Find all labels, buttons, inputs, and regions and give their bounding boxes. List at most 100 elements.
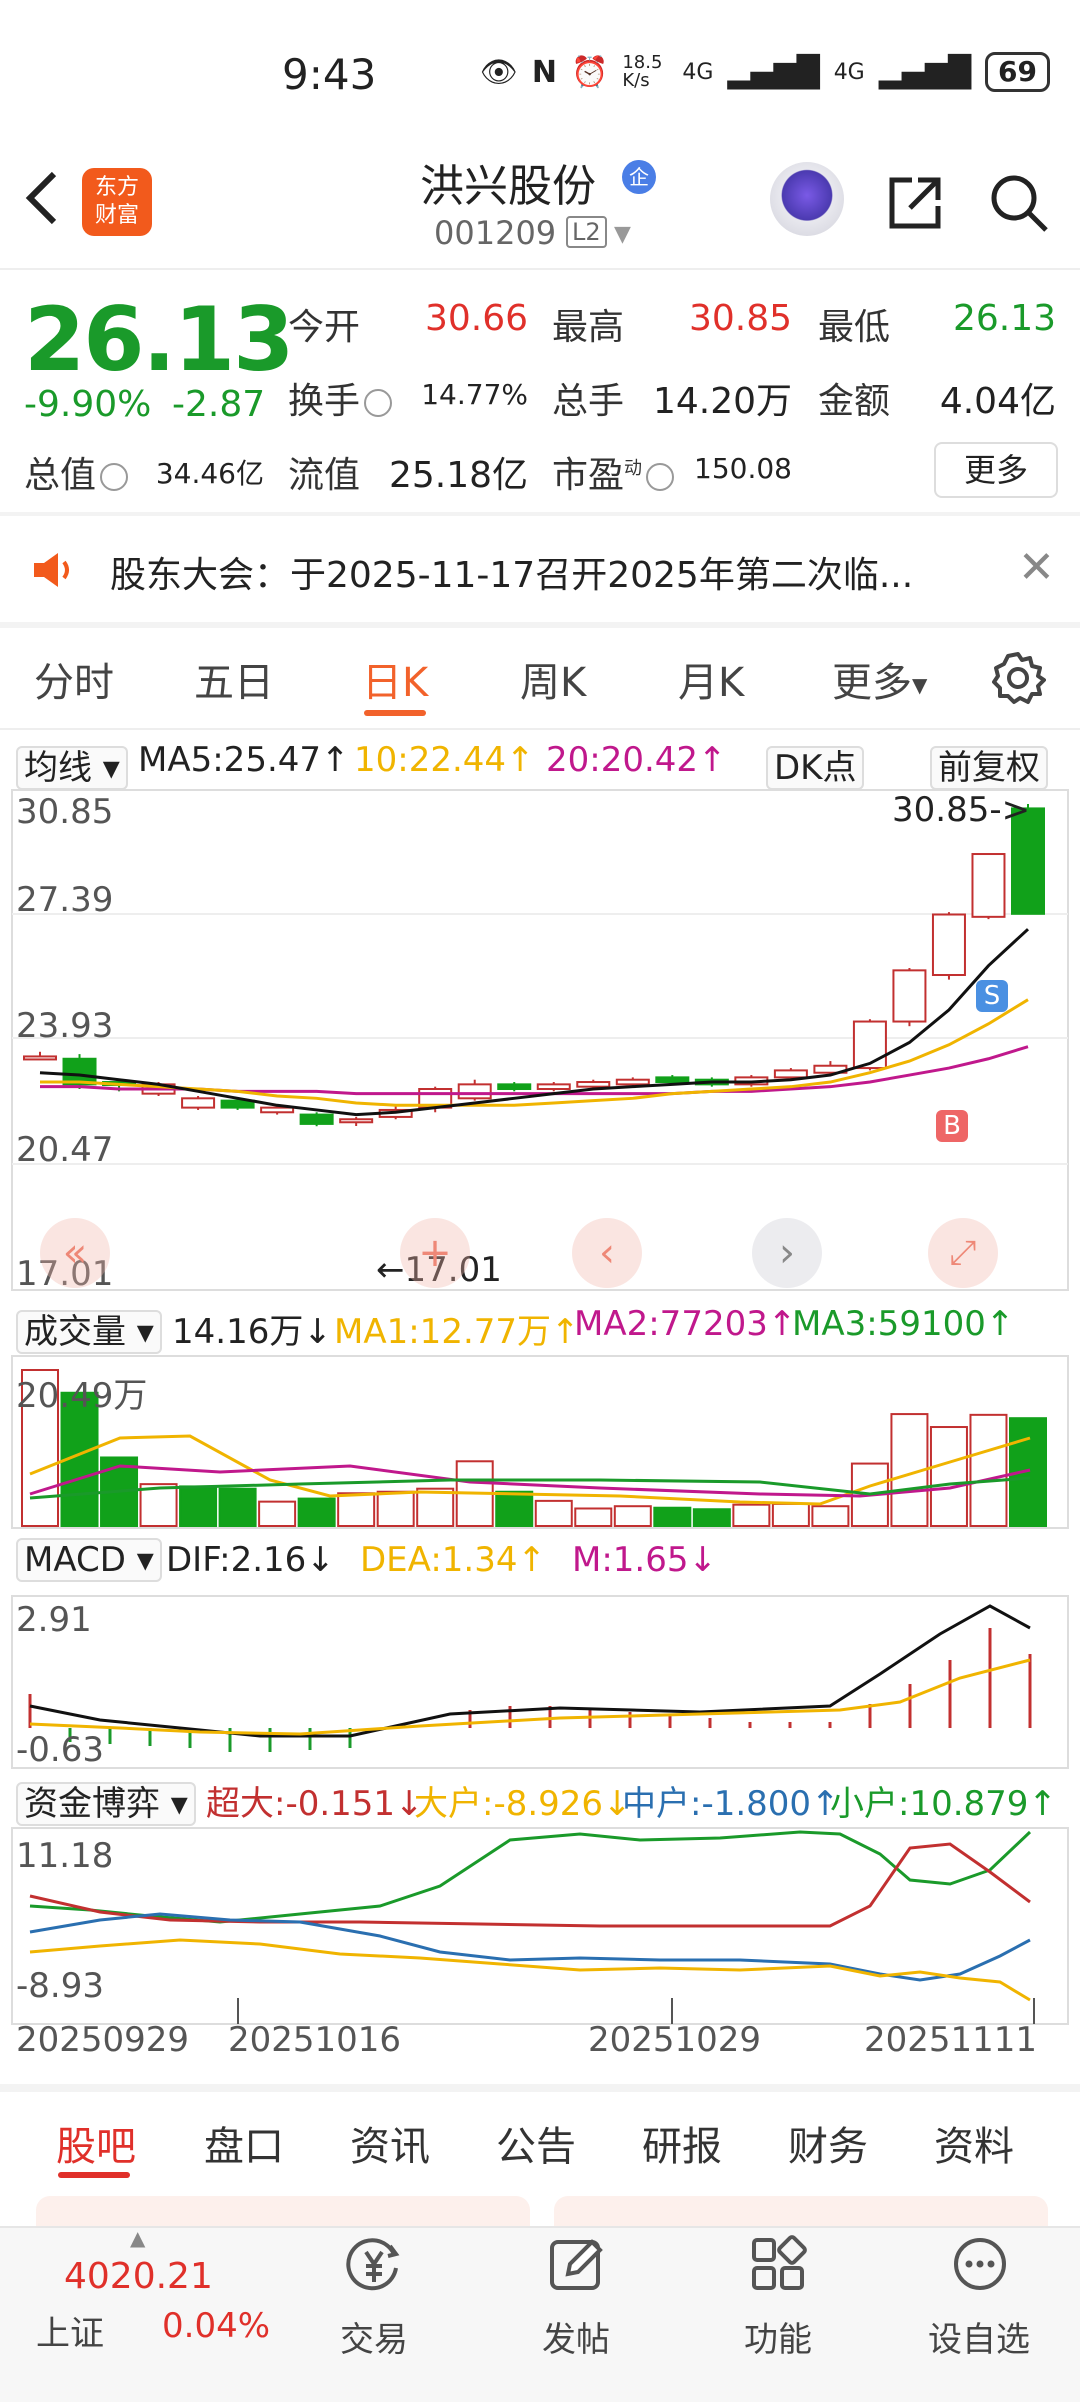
signal-icon: ▂▄▆█: [727, 54, 820, 90]
volume-bar: [179, 1485, 218, 1527]
back-button[interactable]: [22, 168, 72, 238]
open-label: 今开: [288, 307, 361, 348]
fullscreen-icon[interactable]: ⤢: [928, 1218, 998, 1288]
volume-chart[interactable]: [0, 1354, 1080, 1530]
notice-text[interactable]: 股东大会：于2025-11-17召开2025年第二次临...: [110, 546, 913, 598]
float-value: 25.18亿: [388, 455, 528, 496]
adjust-button[interactable]: 前复权: [930, 740, 1048, 790]
candle: [339, 1118, 374, 1124]
zoom-in-button[interactable]: +: [400, 1218, 470, 1288]
info-icon[interactable]: [100, 463, 129, 491]
network-4g-2: 4G: [833, 59, 865, 85]
add-watchlist-label[interactable]: 设自选: [928, 2312, 1030, 2361]
trade-yen-icon[interactable]: [344, 2234, 404, 2294]
tab-profile[interactable]: 资料: [934, 2114, 1014, 2172]
y-tick-1: 27.39: [16, 880, 114, 920]
speaker-icon: [34, 553, 69, 587]
gear-icon[interactable]: [990, 650, 1046, 706]
volume-ma2: MA2:77203↑: [574, 1304, 797, 1344]
assistant-robot-icon[interactable]: [770, 162, 844, 236]
info-icon[interactable]: [364, 389, 393, 417]
volume-bar: [574, 1507, 613, 1527]
volume-bar: [495, 1490, 534, 1527]
volume-bar: [692, 1508, 731, 1527]
volume-bar: [218, 1487, 257, 1528]
dk-point-button[interactable]: DK点: [766, 740, 865, 790]
scroll-right-button[interactable]: ›: [752, 1218, 822, 1288]
tab-news[interactable]: 资讯: [350, 2114, 430, 2172]
function-label[interactable]: 功能: [744, 2312, 812, 2361]
app-logo[interactable]: 东方 财富: [82, 168, 152, 236]
ma10-legend: 10:22.44↑: [354, 740, 535, 780]
trade-label[interactable]: 交易: [340, 2312, 408, 2361]
search-icon[interactable]: [986, 170, 1052, 236]
tab-pankou[interactable]: 盘口: [204, 2114, 284, 2172]
tab-more[interactable]: 更多▼: [832, 650, 927, 708]
tab-finance[interactable]: 财务: [788, 2114, 868, 2172]
funds-select[interactable]: 资金博弈 ▾: [16, 1776, 196, 1826]
high-value: 30.85: [688, 298, 792, 339]
volume-bar: [534, 1499, 573, 1527]
post-edit-icon[interactable]: [546, 2234, 606, 2294]
turnover-value: 14.77%: [421, 378, 528, 411]
tab-research[interactable]: 研报: [642, 2114, 722, 2172]
candle: [457, 1083, 492, 1100]
info-icon[interactable]: [646, 463, 675, 491]
share-icon[interactable]: [882, 170, 948, 236]
kline-chart[interactable]: [0, 788, 1080, 1292]
volume-bar: [376, 1490, 415, 1527]
function-grid-icon[interactable]: [748, 2234, 808, 2294]
macd-select[interactable]: MACD ▾: [16, 1538, 162, 1582]
level2-badge[interactable]: L2: [566, 216, 607, 248]
logo-line1: 东方: [94, 175, 139, 200]
volume-bar: [297, 1497, 336, 1527]
tab-weekly-k[interactable]: 周K: [520, 650, 586, 708]
high-label: 最高: [552, 307, 625, 348]
close-icon[interactable]: ✕: [1018, 542, 1055, 593]
tab-guba[interactable]: 股吧: [56, 2114, 136, 2172]
divider: [0, 622, 1080, 628]
bottom-tab-underline: [58, 2172, 130, 2178]
tab-intraday[interactable]: 分时: [34, 650, 114, 708]
tab-monthly-k[interactable]: 月K: [678, 650, 744, 708]
caret-up-icon[interactable]: ▲: [130, 2226, 145, 2250]
pe-value: 150.08: [694, 452, 792, 485]
scroll-left-fast-button[interactable]: «: [40, 1218, 110, 1288]
more-dots-icon[interactable]: [950, 2234, 1010, 2294]
sell-marker[interactable]: S: [976, 980, 1008, 1012]
macd-y-bottom: -0.63: [16, 1730, 104, 1770]
divider: [0, 2084, 1080, 2092]
caret-down-icon[interactable]: ▼: [614, 222, 631, 247]
ma-select[interactable]: 均线 ▾: [16, 740, 128, 790]
scroll-left-button[interactable]: ‹: [572, 1218, 642, 1288]
stock-code: 001209: [434, 214, 557, 252]
macd-dea-line: [29, 1658, 1031, 1736]
tab-daily-k[interactable]: 日K: [362, 650, 428, 708]
caret-down-icon: ▼: [912, 673, 928, 697]
more-quote-button[interactable]: 更多: [934, 442, 1058, 498]
volume-select[interactable]: 成交量 ▾: [16, 1304, 162, 1354]
candle: [852, 1020, 887, 1070]
divider: [0, 728, 1080, 730]
post-label[interactable]: 发帖: [542, 2312, 610, 2361]
index-percent[interactable]: 0.04%: [162, 2306, 270, 2346]
macd-chart[interactable]: [0, 1594, 1080, 1770]
candle: [892, 969, 927, 1023]
candle: [62, 1057, 97, 1086]
status-icons: 👁 N ⏰ 18.5 K/s 4G ▂▄▆█ 4G ▂▄▆█ 69: [480, 52, 1050, 92]
tab-announcements[interactable]: 公告: [496, 2114, 576, 2172]
status-time: 9:43: [282, 50, 377, 99]
open-value: 30.66: [424, 298, 528, 339]
funds-small: 小户:10.879↑: [830, 1784, 1057, 1824]
index-name[interactable]: 上证: [36, 2306, 104, 2355]
index-value[interactable]: 4020.21: [64, 2256, 213, 2297]
change-amount: -2.87: [172, 384, 266, 425]
buy-marker[interactable]: B: [936, 1110, 968, 1142]
funds-mid: 中户:-1.800↑: [622, 1784, 840, 1824]
tab-five-day[interactable]: 五日: [194, 650, 274, 708]
candle: [536, 1083, 571, 1091]
pe-label: 市盈动: [552, 446, 678, 498]
funds-y-top: 11.18: [16, 1836, 114, 1876]
macd-m: M:1.65↓: [572, 1540, 717, 1580]
funds-chart[interactable]: [0, 1826, 1080, 2026]
